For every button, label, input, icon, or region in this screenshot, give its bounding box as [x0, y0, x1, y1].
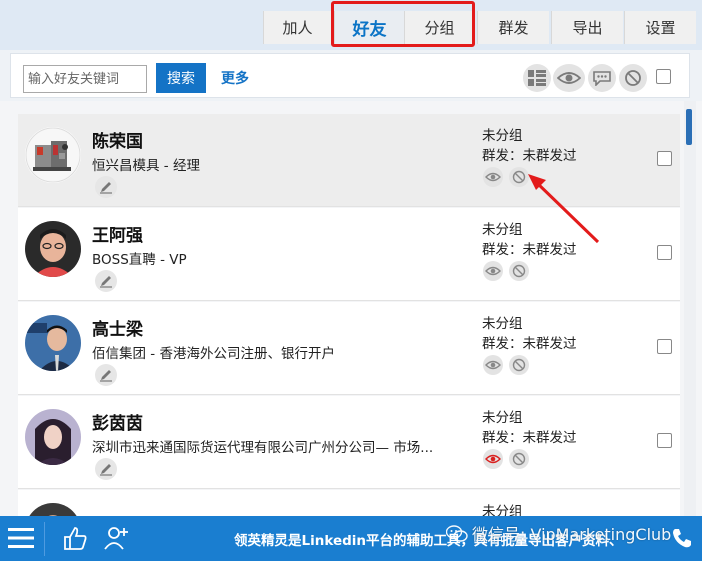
contact-name[interactable]: 陈荣国: [92, 127, 143, 152]
block-icon[interactable]: [509, 449, 529, 469]
contact-company: 深圳市迅来通国际货运代理有限公司广州分公司— 市场...: [92, 440, 434, 456]
scrollbar-track[interactable]: [684, 101, 696, 516]
eye-icon[interactable]: [483, 355, 503, 375]
avatar: [25, 409, 81, 465]
block-icon[interactable]: [509, 355, 529, 375]
row-checkbox[interactable]: [657, 433, 672, 448]
bulk-send-status: 群发：未群发过: [482, 242, 577, 258]
watermark-text: 微信号: VipMarketingClub: [472, 525, 672, 544]
grid-view-icon[interactable]: [523, 64, 551, 92]
contact-group: 未分组: [482, 504, 523, 516]
bulk-send-status: 群发：未群发过: [482, 430, 577, 446]
avatar: [25, 503, 81, 516]
phone-icon[interactable]: [667, 523, 697, 553]
avatar: [25, 127, 81, 183]
toolbar-panel: 搜索 更多: [10, 53, 690, 98]
contact-row[interactable]: 高士梁 佰信集团 - 香港海外公司注册、银行开户 未分组 群发：未群发过: [18, 302, 680, 395]
pencil-icon[interactable]: [95, 270, 117, 292]
contact-company: 恒兴昌模具 - 经理: [92, 158, 200, 174]
eye-icon[interactable]: [553, 64, 585, 92]
bulk-send-status: 群发：未群发过: [482, 336, 577, 352]
row-checkbox[interactable]: [657, 151, 672, 166]
tab-bar: 加人 好友 分组 群发 导出 设置: [0, 0, 702, 50]
tab-add-people[interactable]: 加人: [263, 11, 331, 44]
block-icon[interactable]: [509, 167, 529, 187]
contact-group: 未分组: [482, 316, 523, 332]
row-checkbox[interactable]: [657, 339, 672, 354]
search-input[interactable]: [23, 65, 147, 93]
chat-bubble-icon[interactable]: [588, 64, 616, 92]
eye-icon[interactable]: [483, 167, 503, 187]
tab-groups[interactable]: 分组: [404, 11, 474, 44]
contact-name[interactable]: 王阿强: [92, 221, 143, 246]
wechat-watermark: 微信号: VipMarketingClub: [445, 521, 672, 547]
contact-company: BOSS直聘 - VP: [92, 252, 187, 268]
avatar: [25, 315, 81, 371]
row-checkbox[interactable]: [657, 245, 672, 260]
contact-name[interactable]: 彭茵茵: [92, 409, 143, 434]
avatar: [25, 221, 81, 277]
contact-row[interactable]: 陈荣国 恒兴昌模具 - 经理 未分组 群发：未群发过: [18, 114, 680, 207]
search-button[interactable]: 搜索: [156, 63, 206, 93]
contact-name[interactable]: 高士梁: [92, 315, 143, 340]
contact-company: 佰信集团 - 香港海外公司注册、银行开户: [92, 346, 335, 362]
tab-settings[interactable]: 设置: [624, 11, 696, 44]
tab-friends[interactable]: 好友: [334, 11, 404, 47]
contact-row[interactable]: 王阿强 BOSS直聘 - VP 未分组 群发：未群发过: [18, 208, 680, 301]
toolbar: 搜索 更多: [0, 50, 702, 101]
pencil-icon[interactable]: [95, 364, 117, 386]
contact-list: 陈荣国 恒兴昌模具 - 经理 未分组 群发：未群发过 王阿强 BOSS直聘 - …: [0, 101, 702, 516]
wechat-icon: [445, 524, 468, 547]
select-all-checkbox[interactable]: [656, 69, 671, 84]
more-link[interactable]: 更多: [221, 68, 249, 88]
eye-icon[interactable]: [483, 449, 503, 469]
block-icon[interactable]: [619, 64, 647, 92]
pencil-icon[interactable]: [95, 176, 117, 198]
eye-icon[interactable]: [483, 261, 503, 281]
contact-row[interactable]: 彭茵茵 深圳市迅来通国际货运代理有限公司广州分公司— 市场... 未分组 群发：…: [18, 396, 680, 489]
thumbs-up-icon[interactable]: [60, 523, 90, 553]
divider: [44, 522, 45, 556]
add-user-icon[interactable]: [102, 523, 132, 553]
block-icon[interactable]: [509, 261, 529, 281]
bulk-send-status: 群发：未群发过: [482, 148, 577, 164]
contact-group: 未分组: [482, 128, 523, 144]
contact-row[interactable]: 未分组: [18, 490, 680, 516]
tab-bulk-send[interactable]: 群发: [477, 11, 549, 44]
contact-group: 未分组: [482, 410, 523, 426]
contact-group: 未分组: [482, 222, 523, 238]
menu-icon[interactable]: [6, 523, 36, 553]
tab-export[interactable]: 导出: [551, 11, 623, 44]
scrollbar-thumb[interactable]: [686, 109, 692, 145]
pencil-icon[interactable]: [95, 458, 117, 480]
